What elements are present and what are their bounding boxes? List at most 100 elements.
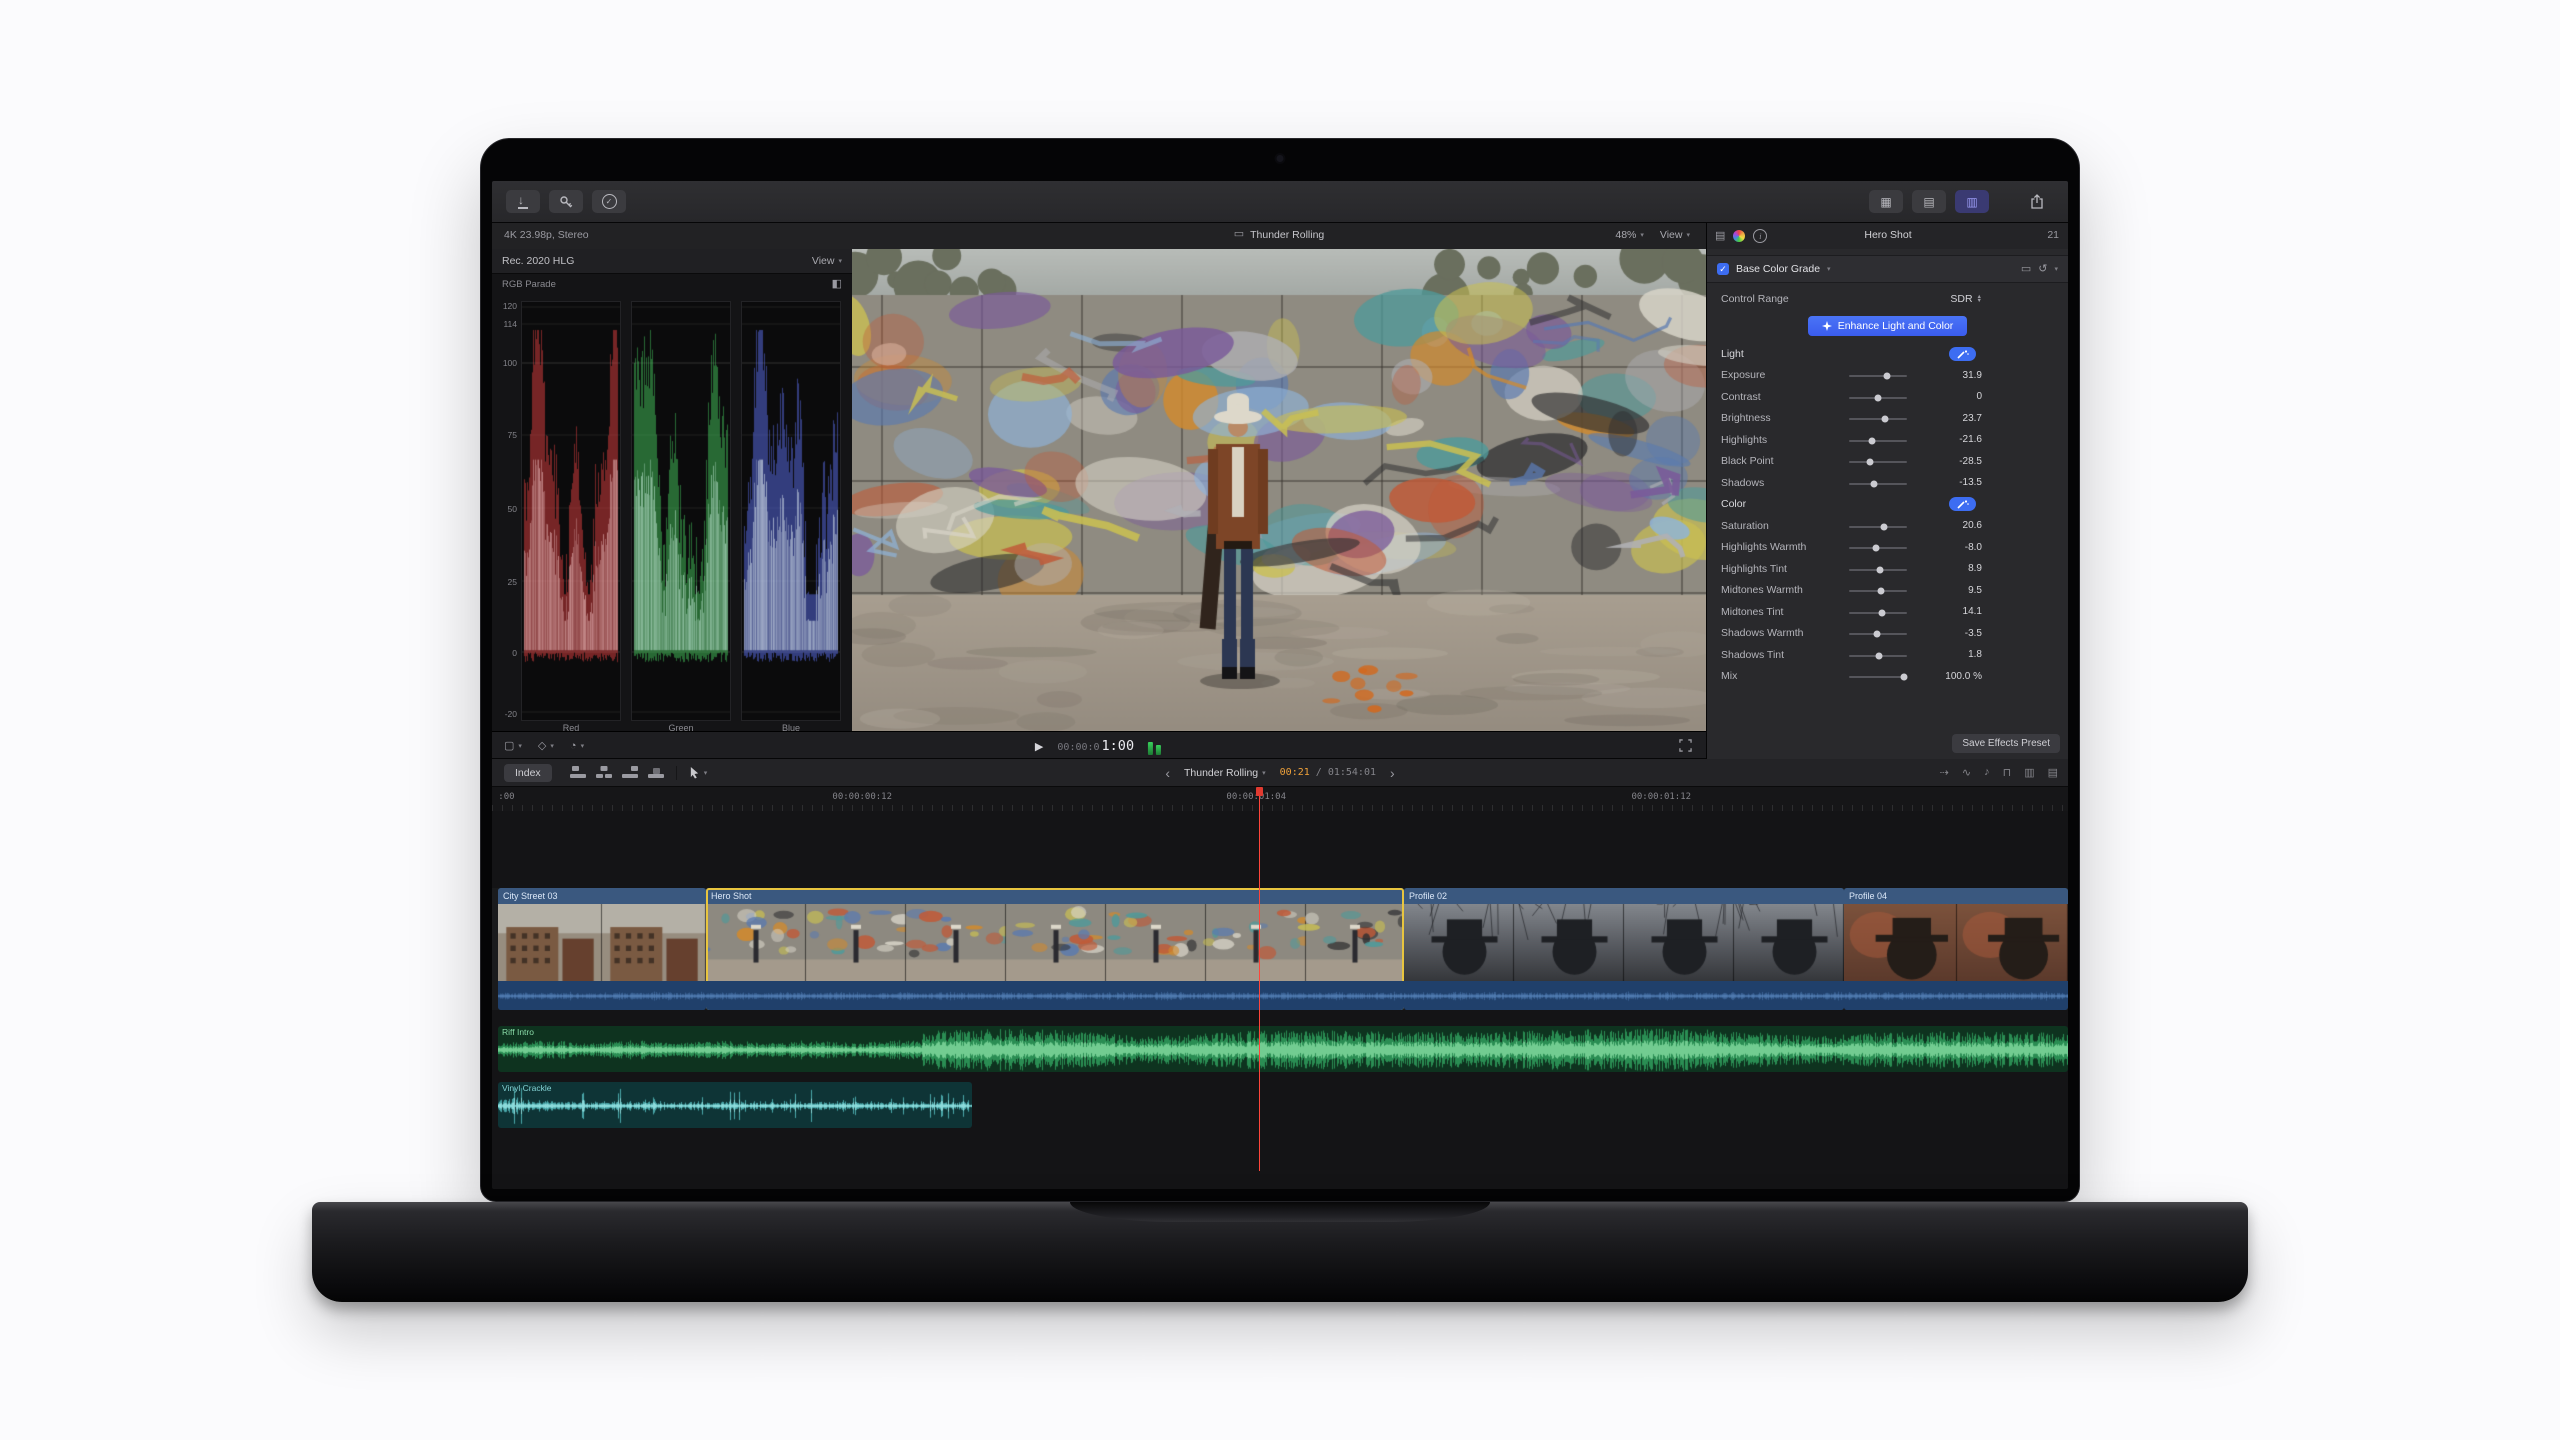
auto-enhance-wand-button[interactable] bbox=[1949, 497, 1976, 511]
next-item-arrow[interactable]: › bbox=[1390, 765, 1395, 781]
expand-viewer-button[interactable] bbox=[1679, 739, 1692, 755]
timeline-project-menu[interactable]: Thunder Rolling▾ bbox=[1184, 767, 1266, 779]
clip-appearance-icon[interactable]: ▥ bbox=[2024, 766, 2034, 779]
effect-row-base-color-grade[interactable]: ✓ Base Color Grade ▾ ▭ ↺ ▾ bbox=[1707, 255, 2068, 283]
index-button[interactable]: Index bbox=[504, 764, 552, 782]
chevron-down-icon[interactable]: ▾ bbox=[1827, 265, 1831, 273]
auto-enhance-wand-button[interactable] bbox=[1949, 347, 1976, 361]
effect-enabled-checkbox[interactable]: ✓ bbox=[1717, 263, 1729, 275]
param-slider[interactable] bbox=[1849, 633, 1907, 635]
viewer-view-menu[interactable]: View▾ bbox=[1660, 229, 1690, 241]
slider-handle[interactable] bbox=[1881, 416, 1888, 423]
slider-handle[interactable] bbox=[1884, 373, 1891, 380]
append-clip-icon[interactable] bbox=[622, 766, 638, 779]
show-inspector-button[interactable]: ▥ bbox=[1955, 190, 1989, 213]
show-browser-button[interactable]: ▦ bbox=[1869, 190, 1903, 213]
param-value[interactable]: 31.9 bbox=[1963, 370, 1982, 381]
share-button[interactable] bbox=[2020, 190, 2054, 213]
timeline-clip-city-street-03[interactable]: City Street 03 bbox=[498, 888, 706, 1010]
playhead[interactable] bbox=[1259, 787, 1260, 1171]
param-label: Mix bbox=[1721, 670, 1737, 682]
slider-handle[interactable] bbox=[1879, 609, 1886, 616]
param-value[interactable]: 100.0 % bbox=[1945, 671, 1982, 682]
param-value[interactable]: 14.1 bbox=[1963, 606, 1982, 617]
audio-clip-riff-intro[interactable]: Riff Intro bbox=[498, 1026, 2068, 1072]
reset-icon[interactable]: ↺ bbox=[2038, 264, 2047, 275]
enhance-light-color-button[interactable]: Enhance Light and Color bbox=[1808, 316, 1968, 336]
param-value[interactable]: 8.9 bbox=[1968, 563, 1982, 574]
viewer-zoom-menu[interactable]: 48%▾ bbox=[1615, 229, 1644, 241]
param-slider[interactable] bbox=[1849, 375, 1907, 377]
compare-icon[interactable]: ▭ bbox=[2021, 264, 2031, 275]
param-value[interactable]: 9.5 bbox=[1968, 585, 1982, 596]
import-media-button[interactable]: ↓ bbox=[506, 190, 540, 213]
slider-handle[interactable] bbox=[1872, 545, 1879, 552]
save-effects-preset-button[interactable]: Save Effects Preset bbox=[1952, 734, 2060, 753]
transform-tool-menu[interactable]: ▢▾ bbox=[504, 741, 522, 752]
solo-icon[interactable]: ♪ bbox=[1984, 766, 1990, 779]
param-label: Shadows Tint bbox=[1721, 649, 1784, 661]
slider-handle[interactable] bbox=[1875, 652, 1882, 659]
previous-item-arrow[interactable]: ‹ bbox=[1165, 765, 1170, 781]
retime-tool-menu[interactable]: ◔▾ bbox=[570, 741, 584, 752]
overwrite-clip-icon[interactable] bbox=[648, 766, 664, 779]
param-slider[interactable] bbox=[1849, 569, 1907, 571]
viewer-timecode[interactable]: 00:00:01:00 bbox=[1057, 738, 1134, 754]
param-slider[interactable] bbox=[1849, 676, 1907, 678]
clip-count-badge: 21 bbox=[2047, 229, 2059, 241]
control-range-row: Control Range SDR ▲▼ bbox=[1707, 287, 2068, 311]
slider-handle[interactable] bbox=[1873, 631, 1880, 638]
param-slider[interactable] bbox=[1849, 612, 1907, 614]
insert-clip-icon[interactable] bbox=[596, 766, 612, 779]
param-value[interactable]: 0 bbox=[1976, 391, 1982, 402]
param-slider[interactable] bbox=[1849, 590, 1907, 592]
slider-handle[interactable] bbox=[1870, 480, 1877, 487]
slider-handle[interactable] bbox=[1877, 566, 1884, 573]
timeline-clip-profile-02[interactable]: Profile 02 bbox=[1404, 888, 1844, 1010]
param-slider[interactable] bbox=[1849, 440, 1907, 442]
param-label: Exposure bbox=[1721, 369, 1765, 381]
timeline-clip-profile-04[interactable]: Profile 04 bbox=[1844, 888, 2068, 1010]
crop-tool-menu[interactable]: ◇▾ bbox=[538, 741, 554, 752]
param-value[interactable]: -13.5 bbox=[1959, 477, 1982, 488]
slider-handle[interactable] bbox=[1901, 674, 1908, 681]
skimming-icon[interactable]: ⇢ bbox=[1940, 766, 1949, 779]
slider-handle[interactable] bbox=[1868, 437, 1875, 444]
param-slider[interactable] bbox=[1849, 418, 1907, 420]
background-tasks-button[interactable]: ✓ bbox=[592, 190, 626, 213]
audio-skimming-icon[interactable]: ∿ bbox=[1962, 766, 1971, 779]
slider-handle[interactable] bbox=[1866, 459, 1873, 466]
timeline-index-icon[interactable]: ▤ bbox=[2048, 766, 2058, 779]
show-timeline-button[interactable]: ▤ bbox=[1912, 190, 1946, 213]
chevron-down-icon: ▾ bbox=[581, 742, 585, 750]
keywords-button[interactable] bbox=[549, 190, 583, 213]
control-range-select[interactable]: SDR ▲▼ bbox=[1950, 293, 1982, 305]
param-value[interactable]: -21.6 bbox=[1959, 434, 1982, 445]
param-slider[interactable] bbox=[1849, 461, 1907, 463]
param-slider[interactable] bbox=[1849, 397, 1907, 399]
slider-handle[interactable] bbox=[1875, 394, 1882, 401]
param-slider[interactable] bbox=[1849, 547, 1907, 549]
param-value[interactable]: 1.8 bbox=[1968, 649, 1982, 660]
scope-display-icon[interactable]: ◧ bbox=[832, 279, 842, 290]
chevron-down-icon[interactable]: ▾ bbox=[2054, 265, 2058, 273]
slider-handle[interactable] bbox=[1877, 588, 1884, 595]
param-value[interactable]: -3.5 bbox=[1965, 628, 1982, 639]
timeline-ruler[interactable]: :0000:00:00:1200:00:01:0400:00:01:12 bbox=[492, 787, 2068, 812]
timeline-clip-hero-shot[interactable]: Hero Shot bbox=[706, 888, 1404, 1010]
audio-meters[interactable] bbox=[1148, 738, 1163, 755]
param-value[interactable]: -8.0 bbox=[1965, 542, 1982, 553]
param-slider[interactable] bbox=[1849, 655, 1907, 657]
scopes-view-menu[interactable]: View▾ bbox=[812, 255, 842, 267]
param-value[interactable]: 23.7 bbox=[1963, 413, 1982, 424]
connect-clip-icon[interactable] bbox=[570, 766, 586, 779]
snapping-icon[interactable]: ⊓ bbox=[2003, 766, 2012, 779]
param-slider[interactable] bbox=[1849, 483, 1907, 485]
tools-menu[interactable]: ▾ bbox=[689, 766, 708, 779]
param-value[interactable]: 20.6 bbox=[1963, 520, 1982, 531]
play-button[interactable]: ▶ bbox=[1035, 740, 1043, 753]
slider-handle[interactable] bbox=[1880, 523, 1887, 530]
param-value[interactable]: -28.5 bbox=[1959, 456, 1982, 467]
audio-clip-vinyl-crackle[interactable]: Vinyl Crackle bbox=[498, 1082, 972, 1128]
param-slider[interactable] bbox=[1849, 526, 1907, 528]
